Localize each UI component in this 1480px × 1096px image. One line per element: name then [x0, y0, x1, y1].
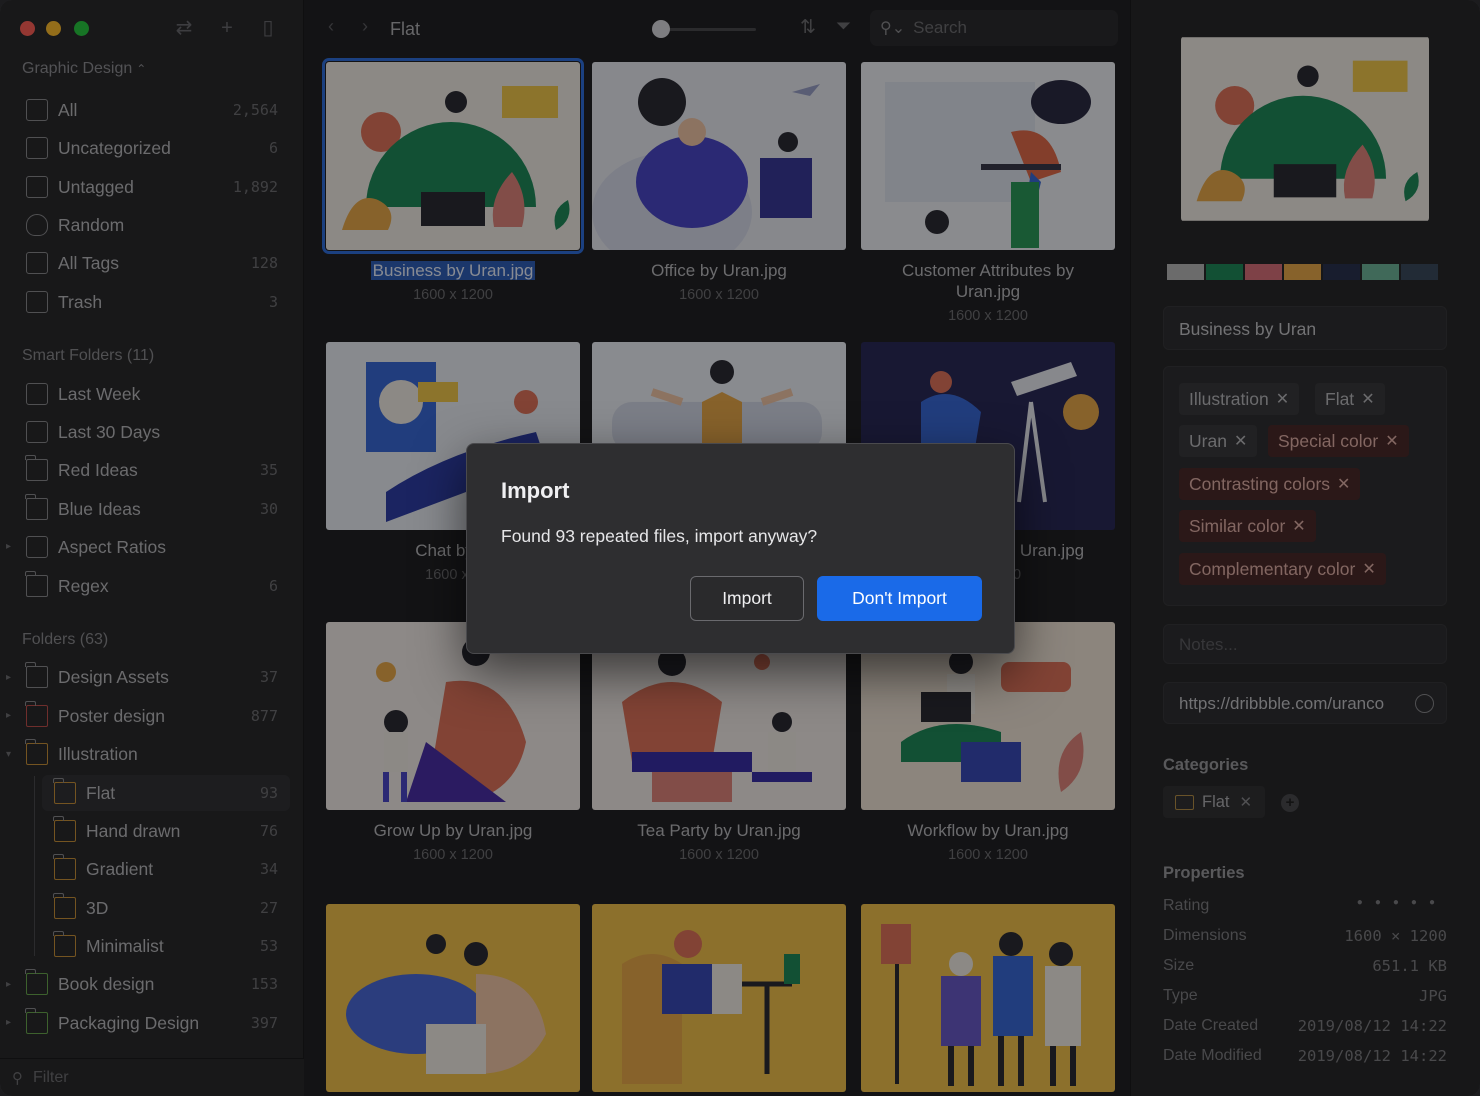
dont-import-button[interactable]: Don't Import — [817, 576, 982, 621]
app-window: ⇄ + ▯ Graphic Design ⌃ All 2,564 Uncategor… — [0, 0, 1480, 1096]
import-button[interactable]: Import — [690, 576, 804, 621]
import-dialog: Import Found 93 repeated files, import a… — [466, 443, 1015, 654]
dialog-message: Found 93 repeated files, import anyway? — [501, 526, 818, 546]
dialog-title: Import — [501, 478, 570, 503]
